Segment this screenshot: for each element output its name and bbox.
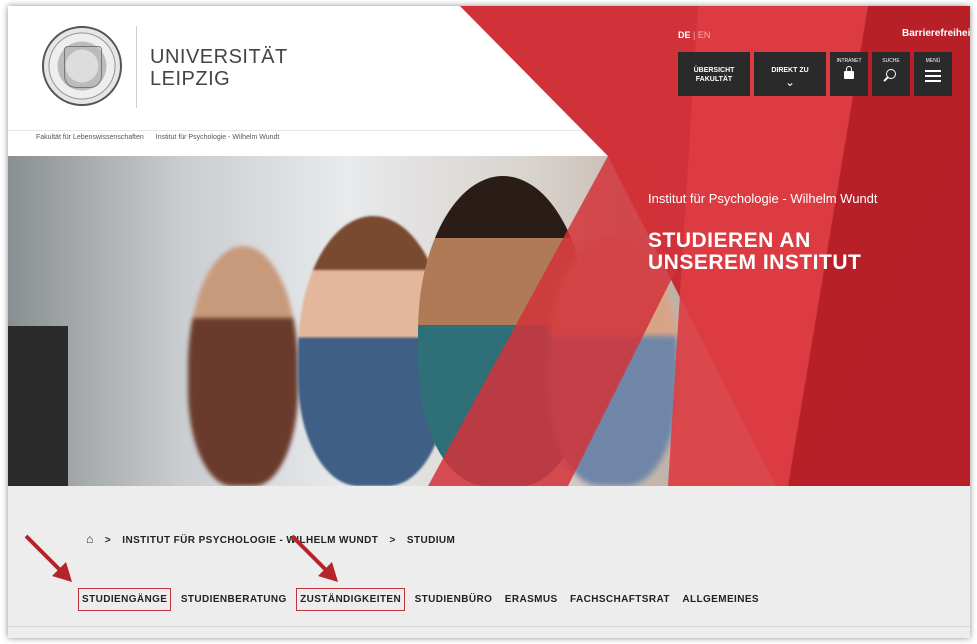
hamburger-icon bbox=[925, 70, 941, 82]
breadcrumb: ⌂ > INSTITUT FÜR PSYCHOLOGIE - WILHELM W… bbox=[86, 532, 463, 546]
search-icon bbox=[883, 69, 896, 82]
top-breadcrumb-faculty[interactable]: Fakultät für Lebenswissenschaften bbox=[36, 134, 144, 141]
home-icon[interactable]: ⌂ bbox=[86, 532, 94, 546]
breadcrumb-separator: > bbox=[104, 535, 112, 546]
logo-divider bbox=[136, 26, 137, 108]
tab-allgemeines[interactable]: ALLGEMEINES bbox=[679, 589, 762, 610]
overview-label-2: FAKULTÄT bbox=[695, 76, 733, 83]
lang-en[interactable]: EN bbox=[698, 30, 711, 40]
accessibility-link[interactable]: Barrierefreiheit bbox=[902, 28, 970, 39]
tab-studienberatung[interactable]: STUDIENBERATUNG bbox=[178, 589, 290, 610]
section-divider bbox=[8, 626, 970, 627]
student-figure bbox=[188, 246, 298, 486]
direkt-zu-button[interactable]: DIREKT ZU ⌄ bbox=[754, 52, 826, 96]
search-button[interactable]: SUCHE bbox=[872, 52, 910, 96]
language-switch: DE | EN bbox=[678, 30, 710, 40]
search-label: SUCHE bbox=[882, 58, 900, 64]
lang-de[interactable]: DE bbox=[678, 30, 691, 40]
hero-title: STUDIEREN AN UNSEREM INSTITUT bbox=[648, 230, 908, 274]
menu-button[interactable]: MENÜ bbox=[914, 52, 952, 96]
intranet-label: INTRANET bbox=[836, 58, 862, 64]
lang-separator: | bbox=[693, 30, 696, 40]
header-divider bbox=[8, 130, 970, 131]
top-breadcrumb-institute[interactable]: Institut für Psychologie - Wilhelm Wundt bbox=[156, 134, 280, 141]
tab-studiengaenge[interactable]: STUDIENGÄNGE bbox=[78, 588, 172, 611]
chevron-down-icon: ⌄ bbox=[784, 75, 796, 89]
overview-label-1: ÜBERSICHT bbox=[693, 67, 735, 74]
lock-icon bbox=[844, 66, 854, 79]
browser-frame: UNIVERSITÄT LEIPZIG Fakultät für Lebensw… bbox=[8, 6, 970, 638]
intranet-button[interactable]: INTRANET bbox=[830, 52, 868, 96]
menu-label: MENÜ bbox=[925, 58, 941, 64]
tab-erasmus[interactable]: ERASMUS bbox=[502, 589, 561, 610]
logo-line-2: LEIPZIG bbox=[150, 68, 231, 90]
annotation-arrow bbox=[290, 534, 338, 582]
sub-navigation: STUDIENGÄNGE STUDIENBERATUNG ZUSTÄNDIGKE… bbox=[78, 588, 764, 611]
monitor-shape bbox=[8, 326, 68, 486]
breadcrumb-separator: > bbox=[389, 535, 396, 546]
annotation-arrow bbox=[24, 534, 72, 582]
breadcrumb-studium[interactable]: STUDIUM bbox=[407, 535, 455, 546]
direkt-label: DIREKT ZU bbox=[771, 67, 809, 74]
content-area: ⌂ > INSTITUT FÜR PSYCHOLOGIE - WILHELM W… bbox=[8, 486, 970, 638]
university-wordmark[interactable]: UNIVERSITÄT LEIPZIG bbox=[150, 46, 288, 90]
hero-subtitle: Institut für Psychologie - Wilhelm Wundt bbox=[648, 191, 878, 206]
overview-faculty-button[interactable]: ÜBERSICHT FAKULTÄT bbox=[678, 52, 750, 96]
logo-line-1: UNIVERSITÄT bbox=[150, 46, 288, 68]
tab-fachschaftsrat[interactable]: FACHSCHAFTSRAT bbox=[567, 589, 673, 610]
hero-title-line-2: UNSEREM INSTITUT bbox=[648, 251, 862, 274]
tab-studienbuero[interactable]: STUDIENBÜRO bbox=[412, 589, 496, 610]
top-breadcrumb: Fakultät für Lebenswissenschaften Instit… bbox=[36, 134, 289, 141]
hero-title-line-1: STUDIEREN AN bbox=[648, 229, 811, 252]
university-seal-logo[interactable] bbox=[42, 26, 122, 106]
